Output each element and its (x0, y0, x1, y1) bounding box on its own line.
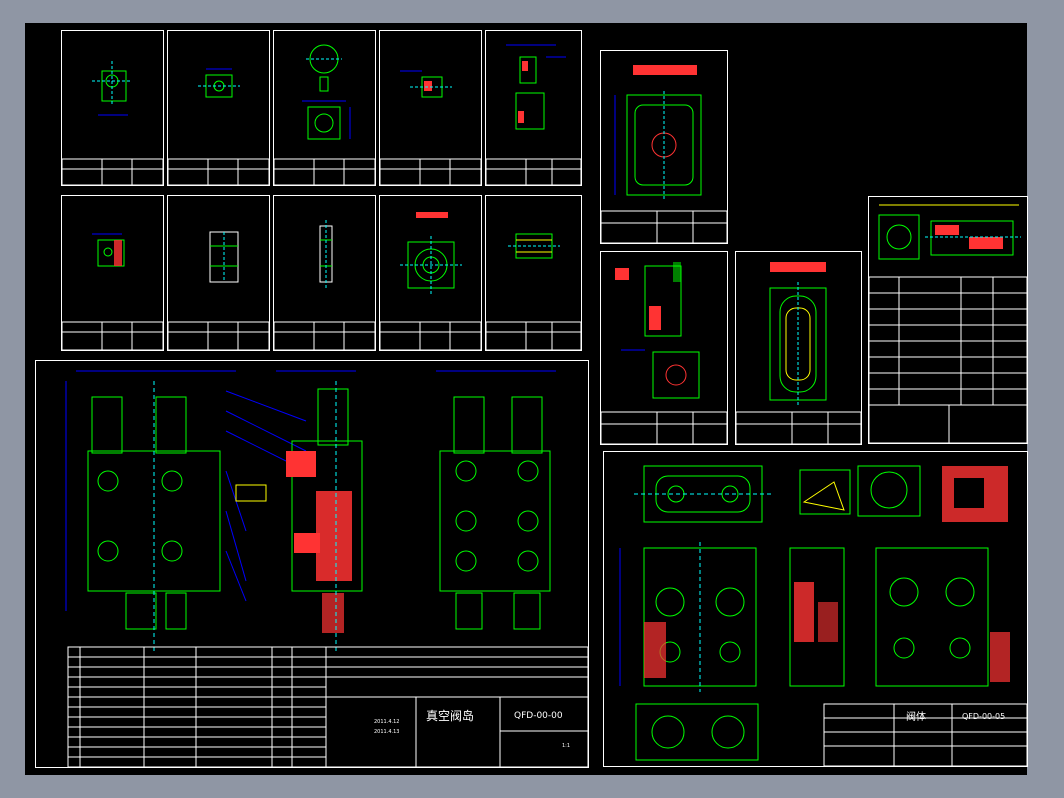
part-sheet-4[interactable] (379, 30, 482, 186)
part-sheet-8[interactable] (273, 195, 376, 351)
sub-assembly-drawing (869, 204, 1027, 443)
assembly-drawing (65, 370, 588, 767)
cover-drawing-1 (601, 65, 727, 243)
part-drawing-7 (168, 231, 269, 350)
part-sheet-9[interactable] (379, 195, 482, 351)
cad-drawing-canvas[interactable]: 真空阀岛 QFD-00-00 2011.4.12 2011.4.13 1:1 阀… (25, 23, 1028, 775)
part-sheet-3[interactable] (273, 30, 376, 186)
assembly-date-2: 2011.4.13 (374, 729, 400, 735)
part-drawing-9 (380, 212, 481, 350)
assembly-sheet[interactable]: 真空阀岛 QFD-00-00 2011.4.12 2011.4.13 1:1 (35, 360, 589, 768)
assembly-scale: 1:1 (562, 743, 571, 749)
assembly-code: QFD-00-00 (514, 711, 563, 721)
part-sheet-7[interactable] (167, 195, 270, 351)
part-drawing-4 (380, 70, 481, 185)
cover-sheet-1[interactable] (600, 50, 728, 244)
part-drawing-3 (274, 44, 375, 185)
cover-sheet-2[interactable] (735, 251, 862, 445)
part-sheet-1[interactable] (61, 30, 164, 186)
assembly-title: 真空阀岛 (426, 709, 475, 723)
part-sheet-2[interactable] (167, 30, 270, 186)
valve-body-title: 阀体 (906, 712, 926, 723)
part-drawing-5 (486, 44, 581, 185)
valve-body-code: QFD-00-05 (962, 712, 1006, 721)
valve-detail-sheet[interactable] (600, 251, 728, 445)
part-sheet-5[interactable] (485, 30, 582, 186)
part-drawing-10 (486, 233, 581, 350)
part-drawing-6 (62, 233, 163, 350)
part-sheet-10[interactable] (485, 195, 582, 351)
part-drawing-2 (168, 68, 269, 185)
part-sheet-6[interactable] (61, 195, 164, 351)
sub-assembly-sheet[interactable] (868, 196, 1028, 444)
valve-detail-drawing (601, 262, 727, 444)
valve-body-sheet[interactable]: 阀体 QFD-00-05 (603, 451, 1028, 767)
assembly-date-1: 2011.4.12 (374, 719, 400, 725)
part-drawing-1 (62, 61, 163, 185)
part-drawing-8 (274, 220, 375, 350)
side-view (439, 396, 551, 630)
cover-drawing-2 (736, 262, 861, 444)
